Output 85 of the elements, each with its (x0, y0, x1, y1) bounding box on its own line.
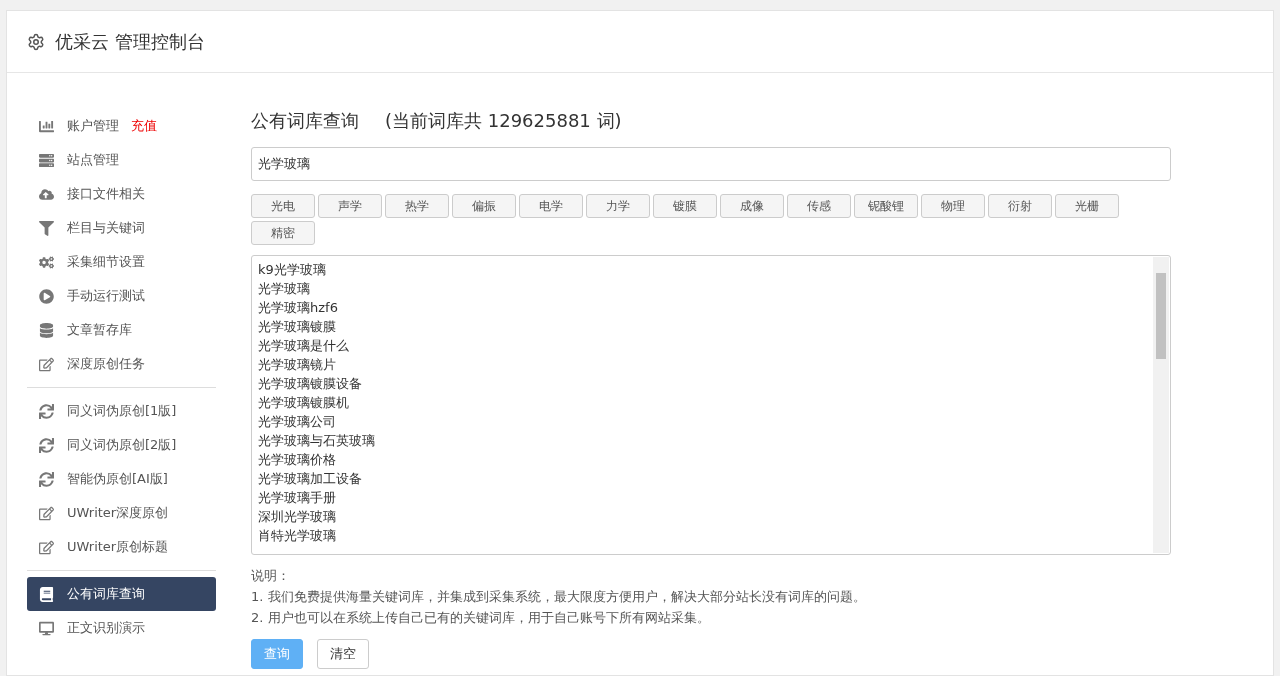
keyword-tag[interactable]: 传感 (787, 194, 851, 218)
sidebar-item[interactable]: 智能伪原创[AI版] (27, 462, 216, 496)
sidebar-item[interactable]: 同义词伪原创[1版] (27, 394, 216, 428)
result-item[interactable]: 光学玻璃手册 (258, 490, 336, 505)
result-item[interactable]: 光学玻璃与石英玻璃 (258, 433, 375, 448)
page-title: 公有词库查询 (251, 109, 359, 133)
sidebar-item[interactable]: 公有词库查询 (27, 577, 216, 611)
refresh-icon (37, 403, 55, 419)
sidebar-item[interactable]: 栏目与关键词 (27, 211, 216, 245)
bar-chart-icon (37, 118, 55, 134)
keyword-tag[interactable]: 力学 (586, 194, 650, 218)
sidebar-item[interactable]: 手动运行测试 (27, 279, 216, 313)
sidebar-label: 深度原创任务 (67, 355, 145, 373)
sidebar-label: 手动运行测试 (67, 287, 145, 305)
scrollbar[interactable] (1153, 257, 1169, 553)
keyword-tag[interactable]: 光电 (251, 194, 315, 218)
result-item[interactable]: 肖特光学玻璃 (258, 528, 336, 543)
sidebar-item[interactable]: 正文识别演示 (27, 611, 216, 645)
note-text: 1. 我们免费提供海量关键词库，并集成到采集系统，最大限度方便用户，解决大部分站长没有词库的问题。 (251, 588, 867, 606)
edit-icon (37, 539, 55, 555)
keyword-tag[interactable]: 镀膜 (653, 194, 717, 218)
sidebar-label: 智能伪原创[AI版] (67, 470, 168, 488)
cloud-upload-icon (37, 186, 55, 202)
edit-icon (37, 505, 55, 521)
sidebar-label: 公有词库查询 (67, 585, 145, 603)
filter-icon (37, 220, 55, 236)
sidebar-item[interactable]: UWriter原创标题 (27, 530, 216, 564)
sidebar-item[interactable]: 同义词伪原创[2版] (27, 428, 216, 462)
keyword-tag[interactable]: 声学 (318, 194, 382, 218)
sidebar-item[interactable]: UWriter深度原创 (27, 496, 216, 530)
keyword-tag[interactable]: 物理 (921, 194, 985, 218)
keyword-tag[interactable]: 铌酸锂 (854, 194, 918, 218)
sidebar-label: 同义词伪原创[1版] (67, 402, 177, 420)
refresh-icon (37, 437, 55, 453)
notes-title: 说明： (251, 567, 291, 585)
recharge-link[interactable]: 充值 (131, 117, 157, 135)
result-item[interactable]: k9光学玻璃 (258, 262, 326, 277)
search-field[interactable]: 光学玻璃 (251, 147, 1171, 181)
settings-icon (27, 32, 45, 51)
result-item[interactable]: 光学玻璃镜片 (258, 357, 336, 372)
keyword-tag[interactable]: 精密 (251, 221, 315, 245)
server-icon (37, 152, 55, 168)
sidebar-item[interactable]: 接口文件相关 (27, 177, 216, 211)
sidebar-item[interactable]: 账户管理 充值 (27, 109, 216, 143)
result-item[interactable]: 光学玻璃价格 (258, 452, 336, 467)
sidebar-label: 站点管理 (67, 151, 119, 169)
keyword-tag[interactable]: 光栅 (1055, 194, 1119, 218)
sidebar-item[interactable]: 文章暂存库 (27, 313, 216, 347)
result-item[interactable]: 光学玻璃 (258, 281, 310, 296)
sidebar-label: UWriter原创标题 (67, 538, 169, 556)
console-title: 优采云 管理控制台 (55, 29, 205, 54)
play-icon (37, 288, 55, 304)
edit-icon (37, 356, 55, 372)
clear-button[interactable]: 清空 (317, 639, 369, 669)
result-item[interactable]: 光学玻璃镀膜设备 (258, 376, 362, 391)
sidebar-label: 采集细节设置 (67, 253, 145, 271)
gears-icon (37, 254, 55, 270)
keyword-tag[interactable]: 成像 (720, 194, 784, 218)
keyword-tag[interactable]: 电学 (519, 194, 583, 218)
result-item[interactable]: 光学玻璃镀膜 (258, 319, 336, 334)
keyword-tag[interactable]: 衍射 (988, 194, 1052, 218)
sidebar-label: 同义词伪原创[2版] (67, 436, 177, 454)
result-item[interactable]: 光学玻璃公司 (258, 414, 336, 429)
result-item[interactable]: 光学玻璃加工设备 (258, 471, 362, 486)
sidebar-item[interactable]: 深度原创任务 (27, 347, 216, 381)
keyword-tag[interactable]: 偏振 (452, 194, 516, 218)
book-icon (37, 586, 55, 602)
sidebar-label: 账户管理 (67, 117, 119, 135)
refresh-icon (37, 471, 55, 487)
sidebar-item[interactable]: 站点管理 (27, 143, 216, 177)
sidebar-item[interactable]: 采集细节设置 (27, 245, 216, 279)
result-item[interactable]: 深圳光学玻璃 (258, 509, 336, 524)
keyword-tag[interactable]: 热学 (385, 194, 449, 218)
sidebar-label: 栏目与关键词 (67, 219, 145, 237)
sidebar-label: 正文识别演示 (67, 619, 145, 637)
monitor-icon (37, 620, 55, 636)
sidebar-label: 文章暂存库 (67, 321, 132, 339)
word-count: (当前词库共 129625881 词) (385, 109, 622, 133)
result-item[interactable]: 光学玻璃镀膜机 (258, 395, 349, 410)
result-item[interactable]: 光学玻璃是什么 (258, 338, 349, 353)
sidebar-label: UWriter深度原创 (67, 504, 169, 522)
result-item[interactable]: 光学玻璃hzf6 (258, 300, 338, 315)
sidebar-label: 接口文件相关 (67, 185, 145, 203)
note-text: 2. 用户也可以在系统上传自己已有的关键词库，用于自己账号下所有网站采集。 (251, 609, 711, 627)
database-icon (37, 322, 55, 338)
